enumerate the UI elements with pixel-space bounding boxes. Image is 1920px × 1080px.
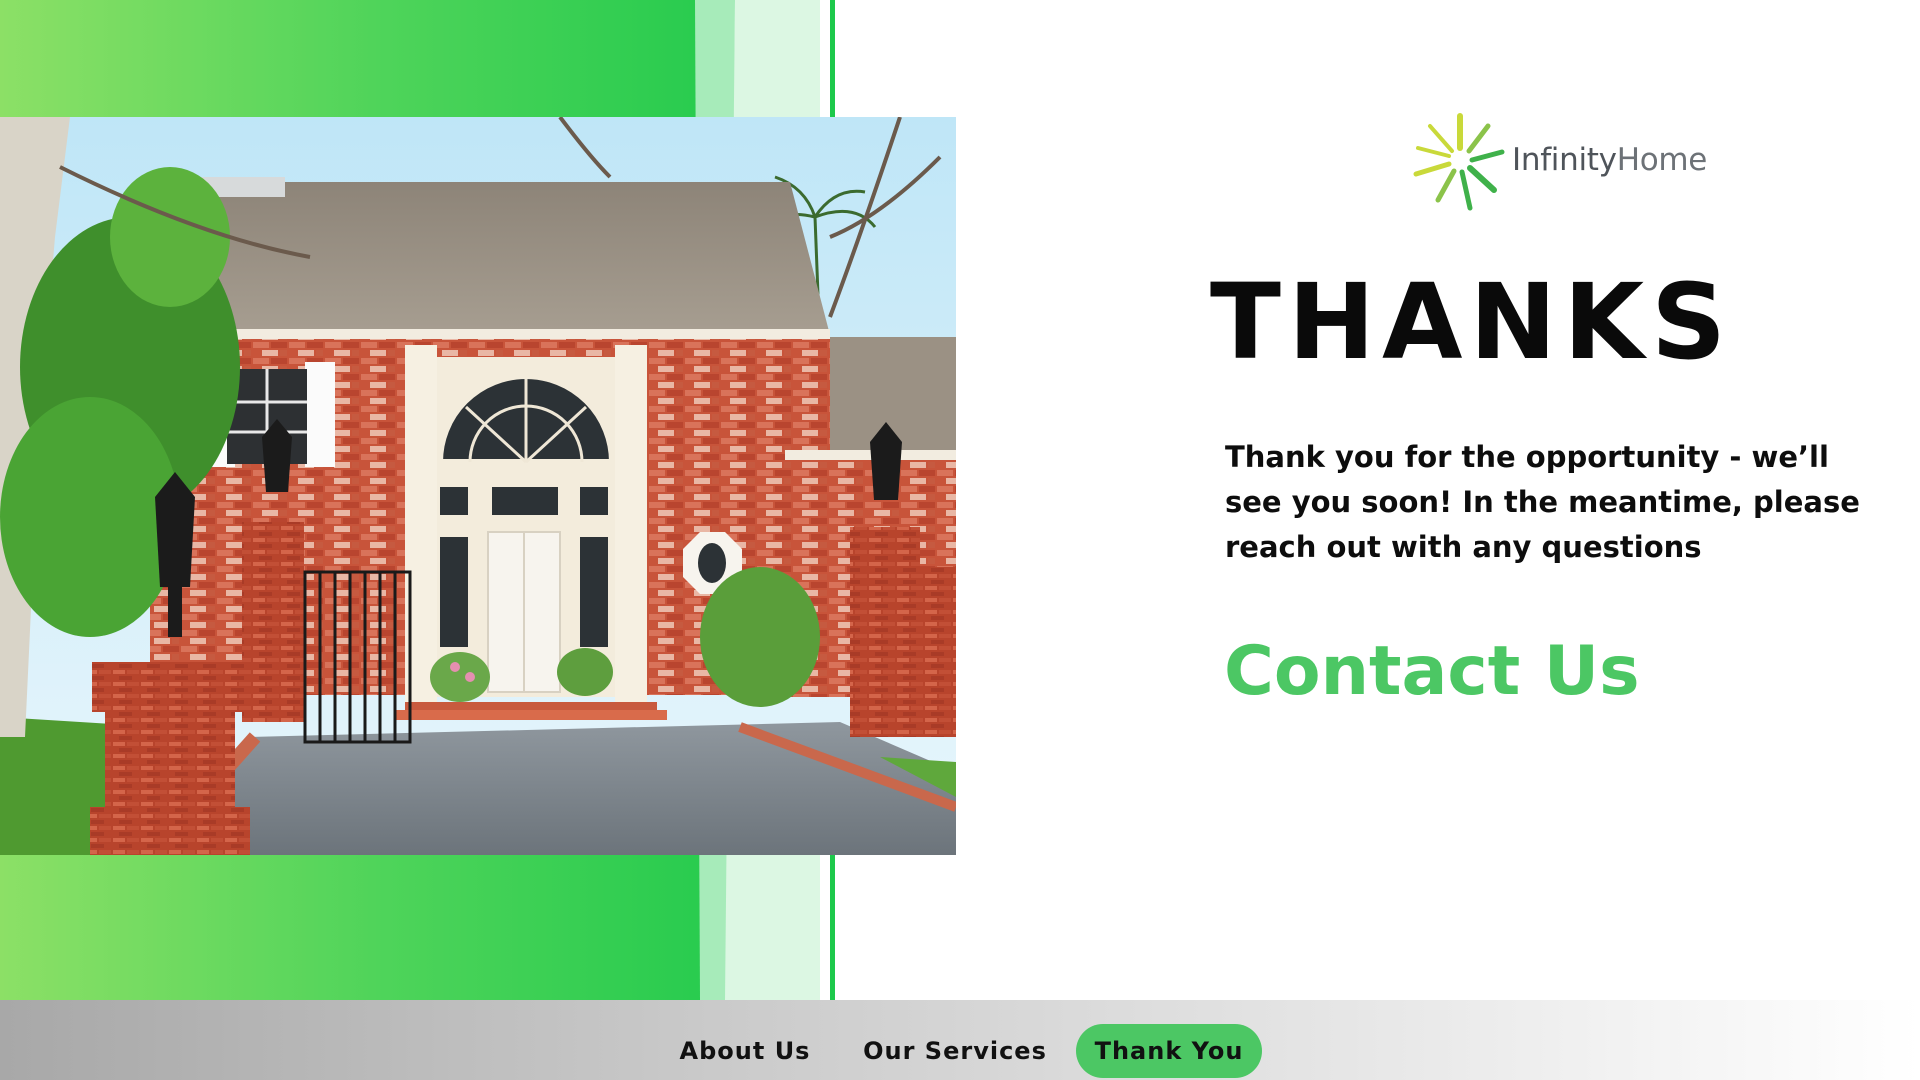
logo-text-home: Home [1616, 142, 1708, 178]
nav-thank-you-active[interactable]: Thank You [1076, 1024, 1262, 1078]
nav-our-services[interactable]: Our Services [860, 1024, 1050, 1078]
thank-you-message: Thank you for the opportunity - we’ll se… [1225, 440, 1860, 564]
infinityhome-logo: InfinityHome [1410, 105, 1707, 215]
page-title: THANKS [1210, 261, 1733, 383]
contact-us-link[interactable]: Contact Us [1224, 638, 1640, 706]
bottom-navigation: About Us Our Services Thank You [0, 1000, 1920, 1080]
logo-wordmark: InfinityHome [1512, 142, 1707, 178]
logo-text-infinity: Infinity [1512, 142, 1617, 178]
house-photo [0, 117, 956, 855]
nav-about-us[interactable]: About Us [665, 1024, 825, 1078]
starburst-logo-icon [1413, 113, 1505, 211]
